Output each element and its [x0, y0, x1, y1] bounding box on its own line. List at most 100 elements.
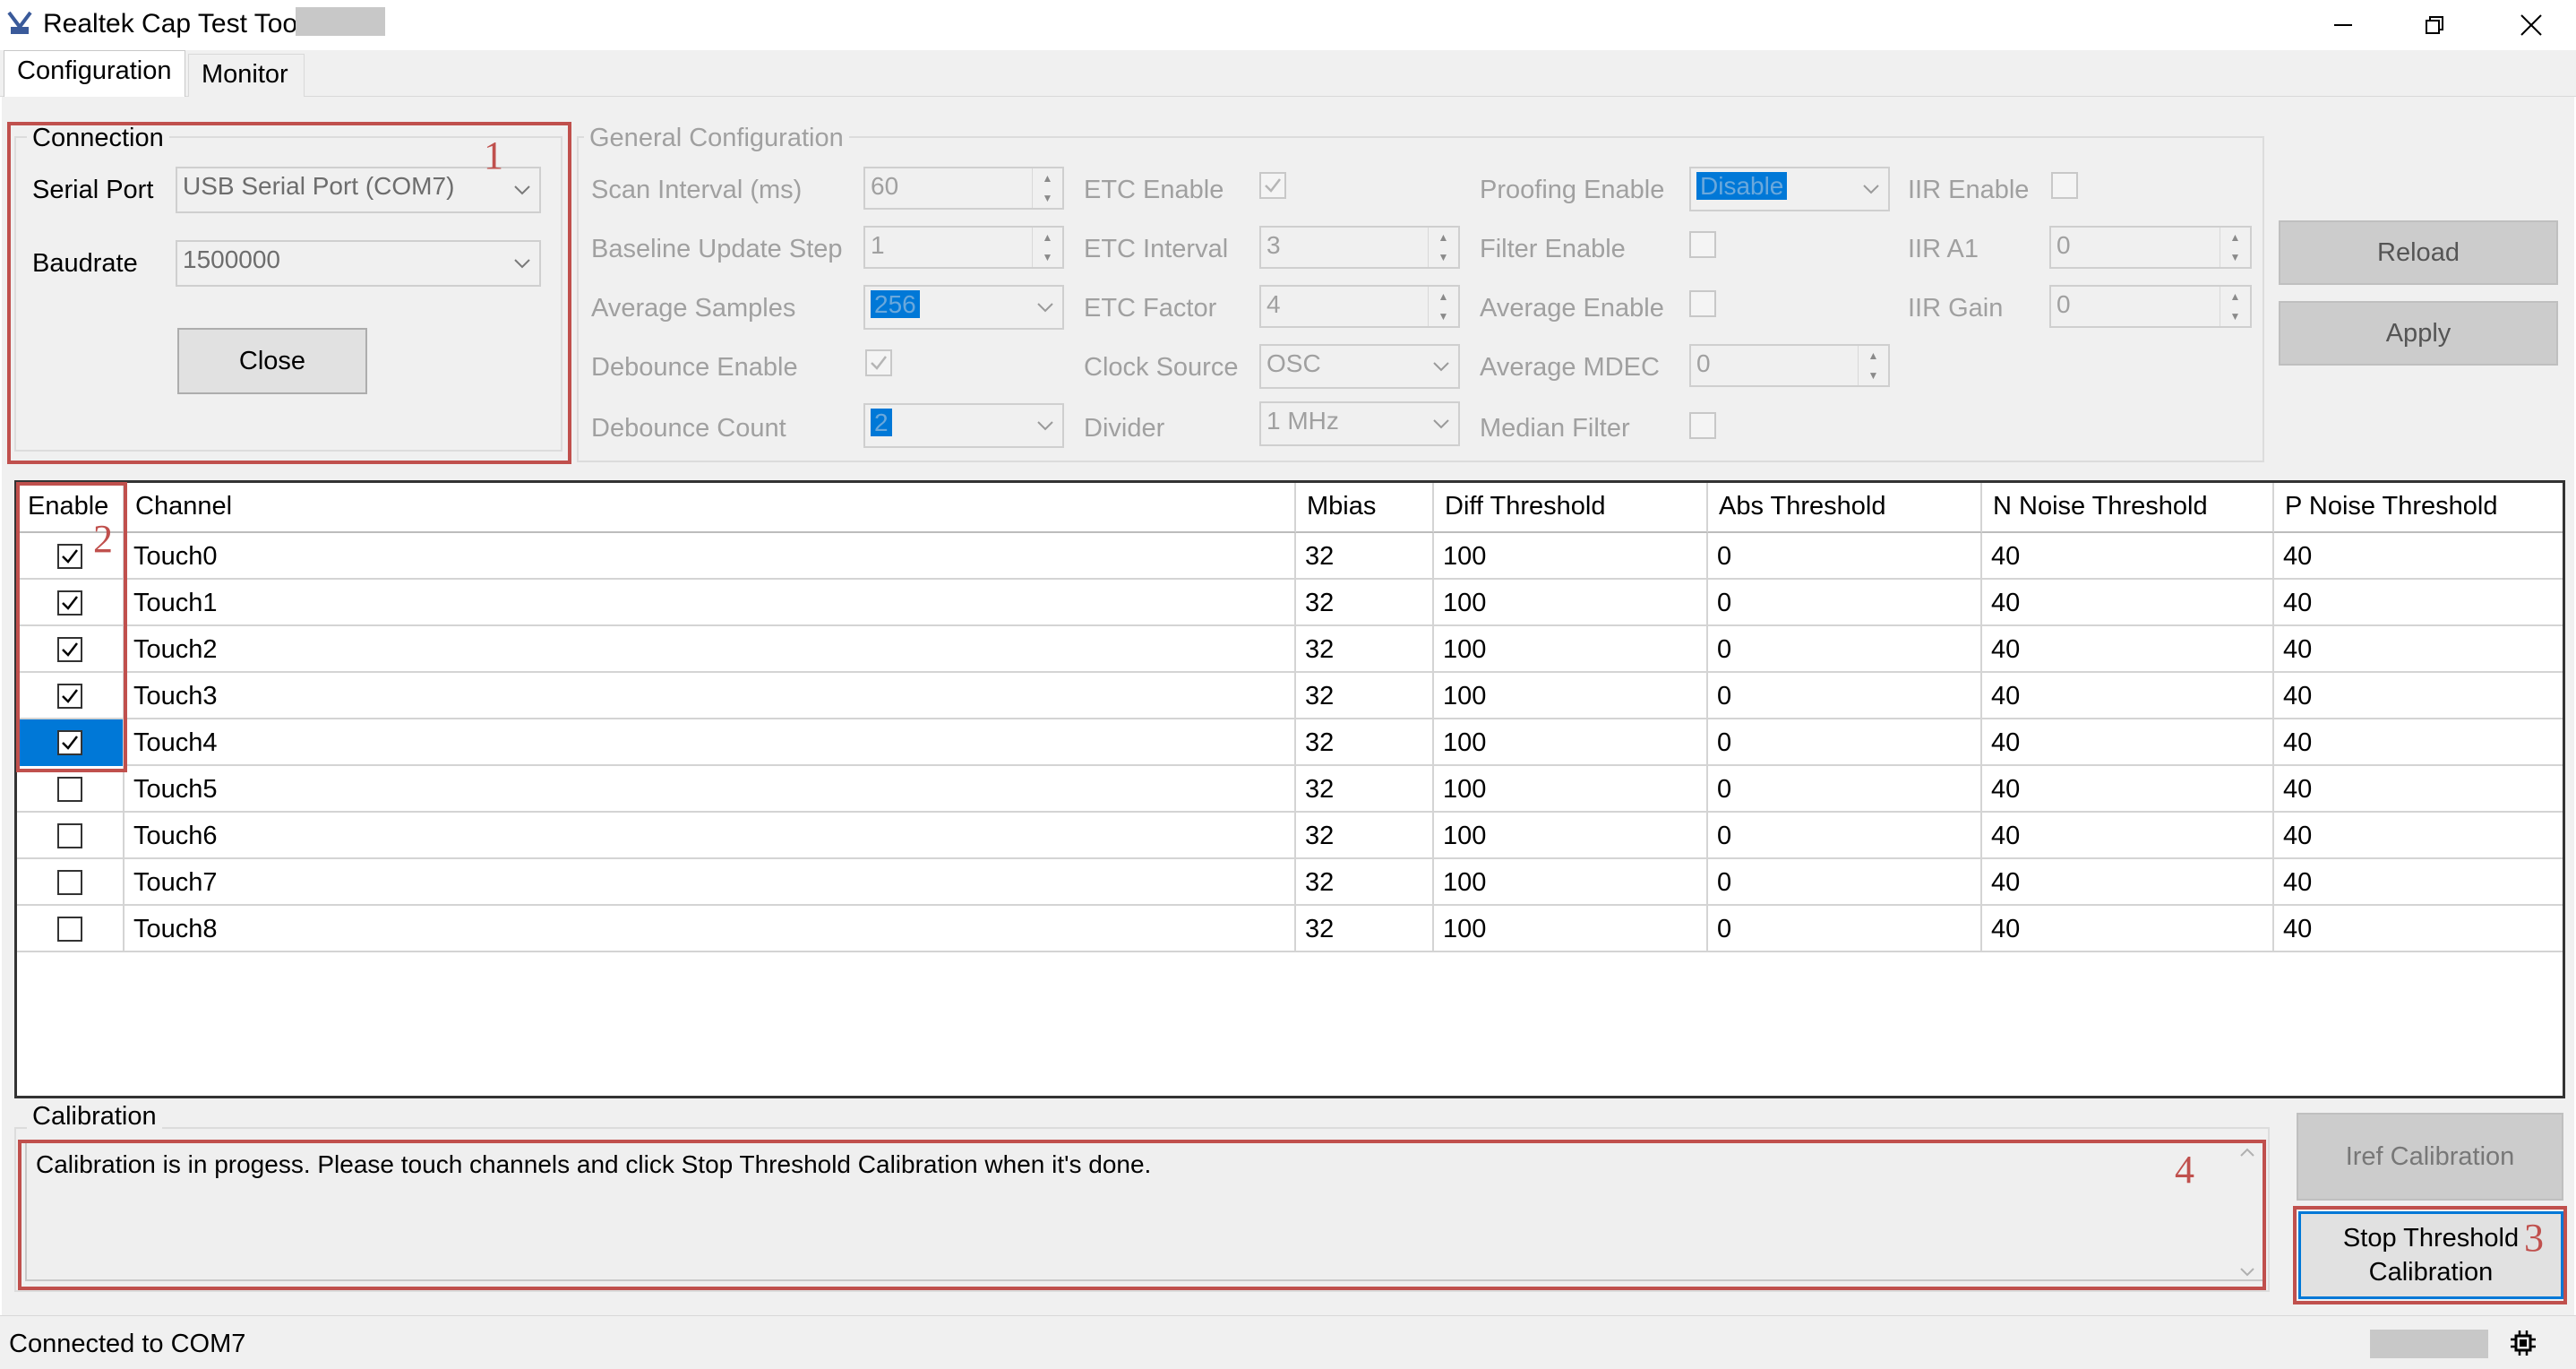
- channel-cell[interactable]: Touch5: [125, 766, 1296, 813]
- average-samples-dropdown[interactable]: 256: [863, 285, 1064, 330]
- table-row[interactable]: Touch8 32 100 0 40 40: [17, 906, 2563, 952]
- column-header-mbias[interactable]: Mbias: [1296, 483, 1434, 533]
- mbias-cell[interactable]: 32: [1296, 673, 1434, 719]
- clock-source-dropdown[interactable]: OSC: [1259, 344, 1460, 389]
- diff-threshold-cell[interactable]: 100: [1434, 859, 1708, 906]
- diff-threshold-cell[interactable]: 100: [1434, 906, 1708, 952]
- diff-threshold-cell[interactable]: 100: [1434, 719, 1708, 766]
- iir-a1-spinner[interactable]: 0 ▲ ▼: [2049, 226, 2252, 269]
- column-header-p-noise-threshold[interactable]: P Noise Threshold: [2274, 483, 2563, 533]
- enable-checkbox[interactable]: [57, 684, 82, 709]
- iref-calibration-button[interactable]: Iref Calibration: [2297, 1113, 2563, 1201]
- channel-cell[interactable]: Touch0: [125, 533, 1296, 580]
- filter-enable-checkbox[interactable]: [1689, 231, 1716, 258]
- etc-factor-spinner[interactable]: 4 ▲ ▼: [1259, 285, 1460, 328]
- enable-checkbox[interactable]: [57, 823, 82, 848]
- channel-cell[interactable]: Touch2: [125, 626, 1296, 673]
- column-header-diff-threshold[interactable]: Diff Threshold: [1434, 483, 1708, 533]
- mbias-cell[interactable]: 32: [1296, 906, 1434, 952]
- enable-checkbox[interactable]: [57, 777, 82, 802]
- divider-dropdown[interactable]: 1 MHz: [1259, 401, 1460, 446]
- abs-threshold-cell[interactable]: 0: [1708, 533, 1982, 580]
- diff-threshold-cell[interactable]: 100: [1434, 626, 1708, 673]
- abs-threshold-cell[interactable]: 0: [1708, 906, 1982, 952]
- channel-cell[interactable]: Touch4: [125, 719, 1296, 766]
- abs-threshold-cell[interactable]: 0: [1708, 813, 1982, 859]
- iir-gain-spinner[interactable]: 0 ▲ ▼: [2049, 285, 2252, 328]
- tab-configuration[interactable]: Configuration: [4, 50, 185, 99]
- enable-checkbox[interactable]: [57, 544, 82, 569]
- channel-cell[interactable]: Touch6: [125, 813, 1296, 859]
- table-row[interactable]: Touch0 32 100 0 40 40: [17, 533, 2563, 580]
- table-row[interactable]: Touch4 32 100 0 40 40: [17, 719, 2563, 766]
- table-row[interactable]: Touch6 32 100 0 40 40: [17, 813, 2563, 859]
- diff-threshold-cell[interactable]: 100: [1434, 580, 1708, 626]
- apply-button[interactable]: Apply: [2279, 301, 2558, 366]
- mbias-cell[interactable]: 32: [1296, 813, 1434, 859]
- channel-cell[interactable]: Touch3: [125, 673, 1296, 719]
- p-noise-threshold-cell[interactable]: 40: [2274, 719, 2563, 766]
- p-noise-threshold-cell[interactable]: 40: [2274, 580, 2563, 626]
- p-noise-threshold-cell[interactable]: 40: [2274, 906, 2563, 952]
- diff-threshold-cell[interactable]: 100: [1434, 673, 1708, 719]
- average-mdec-spinner[interactable]: 0 ▲ ▼: [1689, 344, 1890, 387]
- mbias-cell[interactable]: 32: [1296, 859, 1434, 906]
- mbias-cell[interactable]: 32: [1296, 719, 1434, 766]
- abs-threshold-cell[interactable]: 0: [1708, 719, 1982, 766]
- diff-threshold-cell[interactable]: 100: [1434, 533, 1708, 580]
- baseline-update-step-spinner[interactable]: 1 ▲ ▼: [863, 226, 1064, 269]
- abs-threshold-cell[interactable]: 0: [1708, 859, 1982, 906]
- enable-checkbox[interactable]: [57, 730, 82, 755]
- abs-threshold-cell[interactable]: 0: [1708, 766, 1982, 813]
- diff-threshold-cell[interactable]: 100: [1434, 813, 1708, 859]
- average-enable-checkbox[interactable]: [1689, 290, 1716, 317]
- n-noise-threshold-cell[interactable]: 40: [1982, 580, 2274, 626]
- tab-monitor[interactable]: Monitor: [188, 54, 305, 97]
- n-noise-threshold-cell[interactable]: 40: [1982, 813, 2274, 859]
- calibration-scrollbar[interactable]: [2234, 1147, 2261, 1278]
- table-row[interactable]: Touch7 32 100 0 40 40: [17, 859, 2563, 906]
- close-connection-button[interactable]: Close: [177, 328, 367, 394]
- n-noise-threshold-cell[interactable]: 40: [1982, 626, 2274, 673]
- etc-enable-checkbox[interactable]: [1259, 172, 1286, 199]
- minimize-button[interactable]: [2298, 0, 2388, 50]
- restore-button[interactable]: [2390, 0, 2479, 50]
- scan-interval-spinner[interactable]: 60 ▲ ▼: [863, 167, 1064, 210]
- mbias-cell[interactable]: 32: [1296, 626, 1434, 673]
- mbias-cell[interactable]: 32: [1296, 766, 1434, 813]
- n-noise-threshold-cell[interactable]: 40: [1982, 719, 2274, 766]
- column-header-n-noise-threshold[interactable]: N Noise Threshold: [1982, 483, 2274, 533]
- p-noise-threshold-cell[interactable]: 40: [2274, 766, 2563, 813]
- close-window-button[interactable]: [2486, 0, 2576, 50]
- debounce-enable-checkbox[interactable]: [865, 349, 892, 376]
- enable-checkbox[interactable]: [57, 917, 82, 942]
- abs-threshold-cell[interactable]: 0: [1708, 580, 1982, 626]
- calibration-message-box[interactable]: Calibration is in progess. Please touch …: [25, 1141, 2266, 1281]
- enable-checkbox[interactable]: [57, 637, 82, 662]
- table-row[interactable]: Touch3 32 100 0 40 40: [17, 673, 2563, 719]
- n-noise-threshold-cell[interactable]: 40: [1982, 673, 2274, 719]
- n-noise-threshold-cell[interactable]: 40: [1982, 906, 2274, 952]
- median-filter-checkbox[interactable]: [1689, 412, 1716, 439]
- column-header-abs-threshold[interactable]: Abs Threshold: [1708, 483, 1982, 533]
- channel-cell[interactable]: Touch8: [125, 906, 1296, 952]
- abs-threshold-cell[interactable]: 0: [1708, 673, 1982, 719]
- n-noise-threshold-cell[interactable]: 40: [1982, 533, 2274, 580]
- channel-cell[interactable]: Touch1: [125, 580, 1296, 626]
- p-noise-threshold-cell[interactable]: 40: [2274, 673, 2563, 719]
- column-header-channel[interactable]: Channel: [125, 483, 1296, 533]
- table-row[interactable]: Touch1 32 100 0 40 40: [17, 580, 2563, 626]
- n-noise-threshold-cell[interactable]: 40: [1982, 766, 2274, 813]
- baudrate-dropdown[interactable]: 1500000: [176, 240, 541, 287]
- p-noise-threshold-cell[interactable]: 40: [2274, 533, 2563, 580]
- mbias-cell[interactable]: 32: [1296, 533, 1434, 580]
- diff-threshold-cell[interactable]: 100: [1434, 766, 1708, 813]
- table-row[interactable]: Touch2 32 100 0 40 40: [17, 626, 2563, 673]
- p-noise-threshold-cell[interactable]: 40: [2274, 813, 2563, 859]
- etc-interval-spinner[interactable]: 3 ▲ ▼: [1259, 226, 1460, 269]
- mbias-cell[interactable]: 32: [1296, 580, 1434, 626]
- iir-enable-checkbox[interactable]: [2051, 172, 2078, 199]
- p-noise-threshold-cell[interactable]: 40: [2274, 859, 2563, 906]
- enable-checkbox[interactable]: [57, 870, 82, 895]
- abs-threshold-cell[interactable]: 0: [1708, 626, 1982, 673]
